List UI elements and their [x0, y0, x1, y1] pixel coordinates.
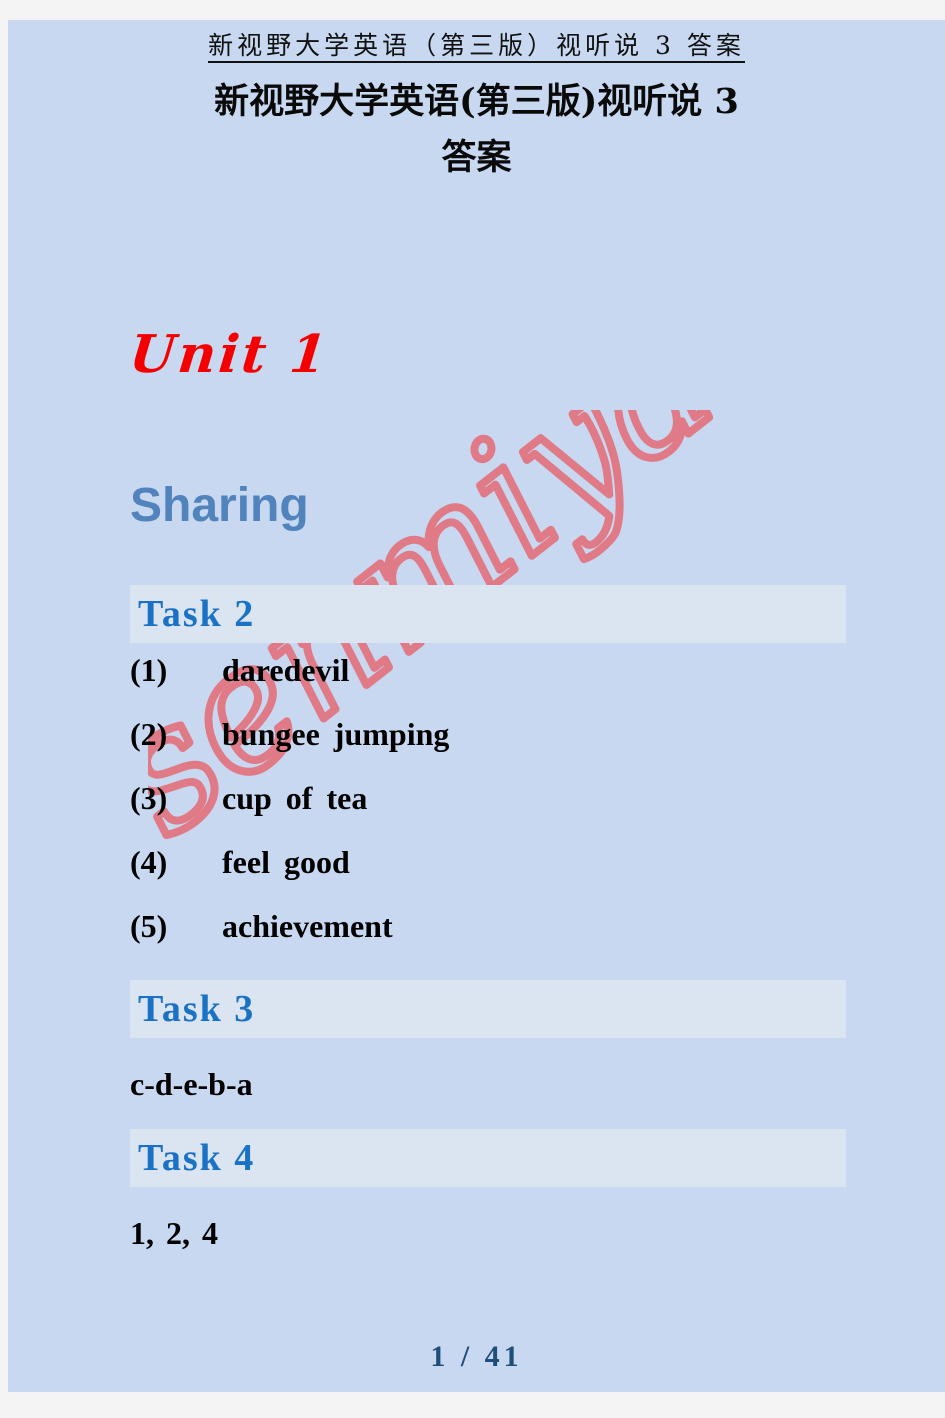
- list-item: (5) achievement: [130, 908, 846, 972]
- answer-number: (5): [130, 908, 168, 944]
- answer-number: (3): [130, 780, 168, 816]
- task-label: Task 4: [138, 1137, 256, 1179]
- answer-text: daredevil: [222, 652, 350, 688]
- answer-task-3: c-d-e-b-a: [130, 1066, 253, 1102]
- answer-text: achievement: [222, 908, 393, 944]
- list-item: (2) bungee jumping: [130, 716, 846, 780]
- section-heading-sharing: Sharing: [130, 479, 309, 532]
- list-item: (1) daredevil: [130, 652, 846, 716]
- unit-heading: Unit 1: [126, 324, 333, 385]
- page-number-footer: 1 / 41: [430, 1340, 523, 1373]
- answer-text: cup of tea: [222, 780, 368, 816]
- task-label: Task 3: [138, 988, 256, 1030]
- document-title: 新视野大学英语(第三版)视听说 3 答案: [77, 74, 877, 187]
- answer-number: (1): [130, 652, 168, 688]
- answer-list-task-2: (1) daredevil (2) bungee jumping (3) cup…: [130, 643, 846, 980]
- document-title-line-2: 答案: [441, 137, 512, 179]
- answer-task-4: 1, 2, 4: [130, 1215, 218, 1251]
- task-bar-task-4: Task 4: [130, 1129, 846, 1187]
- answer-text: feel good: [222, 844, 350, 880]
- document-title-line-1: 新视野大学英语(第三版)视听说 3: [214, 80, 739, 122]
- answer-number: (4): [130, 844, 168, 880]
- task-label: Task 2: [138, 593, 256, 635]
- list-item: (4) feel good: [130, 844, 846, 908]
- list-item: (3) cup of tea: [130, 780, 846, 844]
- document-page: 新视野大学英语（第三版）视听说 3 答案 新视野大学英语(第三版)视听说 3 答…: [8, 20, 945, 1392]
- content-area: Task 2 (1) daredevil (2) bungee jumping …: [130, 585, 846, 1278]
- running-header-text: 新视野大学英语（第三版）视听说 3 答案: [208, 31, 745, 63]
- task-bar-task-3: Task 3: [130, 980, 846, 1038]
- answer-text: bungee jumping: [222, 716, 450, 752]
- task-bar-task-2: Task 2: [130, 585, 846, 643]
- running-header: 新视野大学英语（第三版）视听说 3 答案: [97, 20, 857, 64]
- answer-number: (2): [130, 716, 168, 752]
